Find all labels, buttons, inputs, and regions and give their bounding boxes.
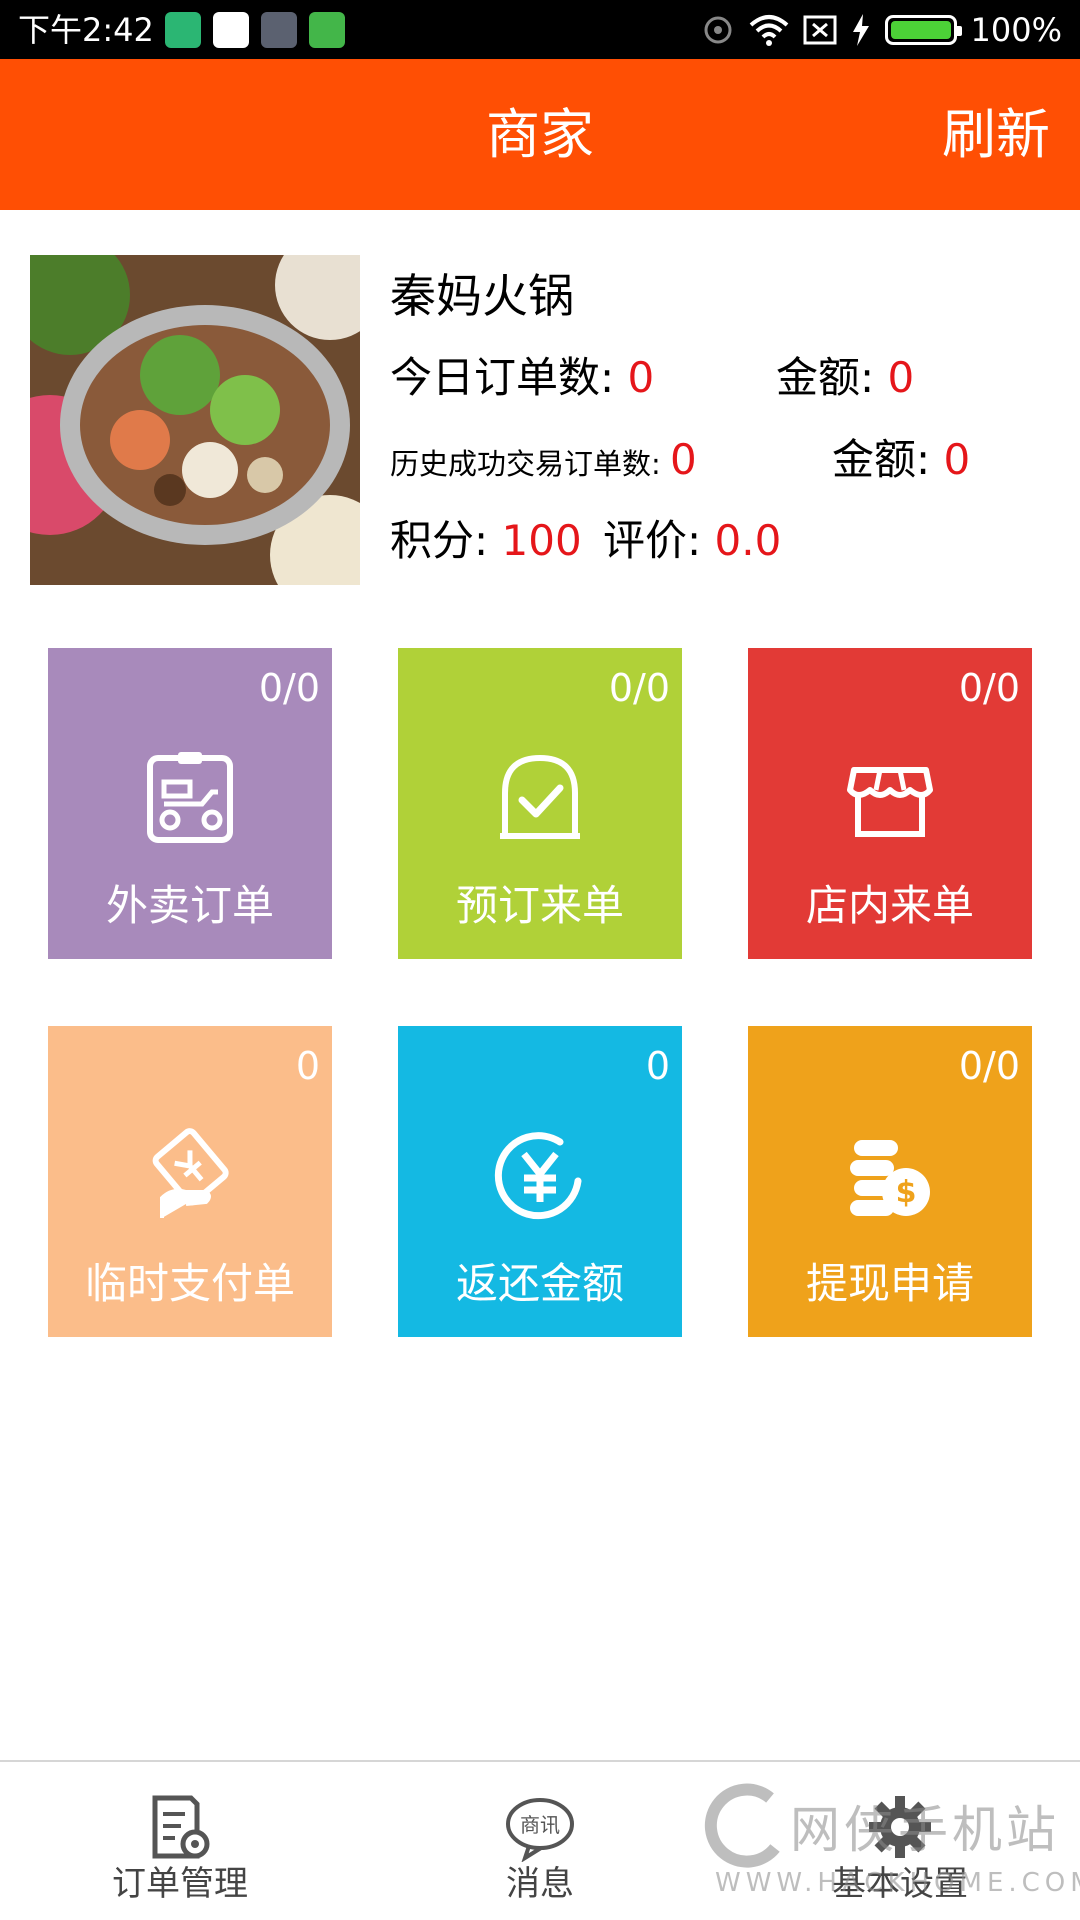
settings-gear-icon bbox=[869, 1796, 931, 1858]
tile-count: 0/0 bbox=[258, 666, 320, 710]
tile-count: 0 bbox=[295, 1044, 320, 1088]
today-orders-value: 0 bbox=[627, 353, 655, 402]
nav-order-management[interactable]: 订单管理 bbox=[60, 1762, 300, 1920]
merchant-photo bbox=[30, 255, 360, 585]
app-notification-icon bbox=[213, 12, 249, 48]
status-bar: 下午2:42 100% bbox=[0, 0, 1080, 59]
history-amount-row: 金额: 0 bbox=[832, 432, 970, 488]
svg-text:$: $ bbox=[896, 1175, 917, 1210]
today-orders-row: 今日订单数: 0 bbox=[390, 350, 654, 406]
page-title: 商家 bbox=[486, 103, 594, 166]
points-row: 积分: 100 bbox=[390, 513, 582, 569]
merchant-name: 秦妈火锅 bbox=[390, 269, 574, 323]
charging-icon bbox=[852, 14, 869, 46]
title-bar: 商家 刷新 bbox=[0, 59, 1080, 210]
tile-delivery-orders[interactable]: 0/0 外卖订单 bbox=[48, 648, 332, 959]
scissors-notification-icon bbox=[261, 12, 297, 48]
tile-label: 外卖订单 bbox=[105, 881, 274, 930]
tile-withdrawal-request[interactable]: 0/0 $ 提现申请 bbox=[748, 1026, 1032, 1337]
nav-messages[interactable]: 商讯 消息 bbox=[420, 1762, 660, 1920]
nav-label: 消息 bbox=[506, 1864, 574, 1904]
tile-label: 返还金额 bbox=[455, 1259, 624, 1308]
coins-dollar-icon: $ bbox=[850, 1140, 930, 1216]
storefront-icon bbox=[847, 767, 933, 837]
checkmark-bag-icon bbox=[500, 755, 580, 839]
rating-row: 评价: 0.0 bbox=[603, 513, 781, 569]
rating-label: 评价: bbox=[603, 516, 702, 565]
today-orders-label: 今日订单数: bbox=[390, 353, 615, 402]
refresh-button[interactable]: 刷新 bbox=[942, 103, 1050, 167]
history-orders-value: 0 bbox=[670, 435, 697, 484]
yuan-circle-icon bbox=[494, 1132, 582, 1220]
no-sim-icon bbox=[803, 15, 837, 45]
tile-label: 临时支付单 bbox=[84, 1259, 295, 1308]
status-time: 下午2:42 bbox=[18, 11, 154, 49]
wifi-icon bbox=[749, 15, 788, 46]
tile-count: 0/0 bbox=[608, 666, 670, 710]
security-shield-notification-icon bbox=[165, 12, 201, 48]
today-amount-value: 0 bbox=[887, 353, 915, 402]
today-amount-label: 金额: bbox=[776, 353, 875, 402]
order-gear-icon bbox=[152, 1795, 210, 1859]
points-value: 100 bbox=[501, 516, 582, 565]
history-orders-row: 历史成功交易订单数: 0 bbox=[390, 432, 697, 492]
tile-label: 提现申请 bbox=[805, 1259, 974, 1308]
tile-label: 预订来单 bbox=[455, 881, 624, 930]
bottom-navigation: 订单管理 商讯 消息 基本设置 bbox=[0, 1760, 1080, 1920]
history-amount-label: 金额: bbox=[832, 435, 931, 484]
battery-percent: 100% bbox=[970, 11, 1062, 49]
battery-icon bbox=[884, 15, 962, 45]
points-label: 积分: bbox=[390, 516, 489, 565]
history-orders-label: 历史成功交易订单数: bbox=[390, 447, 661, 481]
history-amount-value: 0 bbox=[943, 435, 971, 484]
nav-label: 订单管理 bbox=[112, 1864, 248, 1904]
tile-reservation-orders[interactable]: 0/0 预订来单 bbox=[398, 648, 682, 959]
delivery-scooter-icon bbox=[147, 752, 233, 843]
tile-temporary-payment[interactable]: 0 临时支付单 bbox=[48, 1026, 332, 1337]
tile-label: 店内来单 bbox=[805, 881, 974, 930]
nav-basic-settings[interactable]: 基本设置 bbox=[780, 1762, 1020, 1920]
tile-count: 0/0 bbox=[958, 666, 1020, 710]
message-icon-text: 商讯 bbox=[520, 1813, 560, 1837]
tile-in-store-orders[interactable]: 0/0 店内来单 bbox=[748, 648, 1032, 959]
rating-value: 0.0 bbox=[714, 516, 782, 565]
tile-count: 0/0 bbox=[958, 1044, 1020, 1088]
hotspot-icon bbox=[704, 16, 732, 44]
hand-card-payment-icon bbox=[152, 1128, 229, 1218]
tile-count: 0 bbox=[645, 1044, 670, 1088]
message-bubble-icon: 商讯 bbox=[506, 1798, 574, 1862]
tile-refund-amount[interactable]: 0 返还金额 bbox=[398, 1026, 682, 1337]
today-amount-row: 金额: 0 bbox=[776, 350, 914, 406]
nav-label: 基本设置 bbox=[832, 1864, 968, 1904]
android-notification-icon bbox=[309, 12, 345, 48]
